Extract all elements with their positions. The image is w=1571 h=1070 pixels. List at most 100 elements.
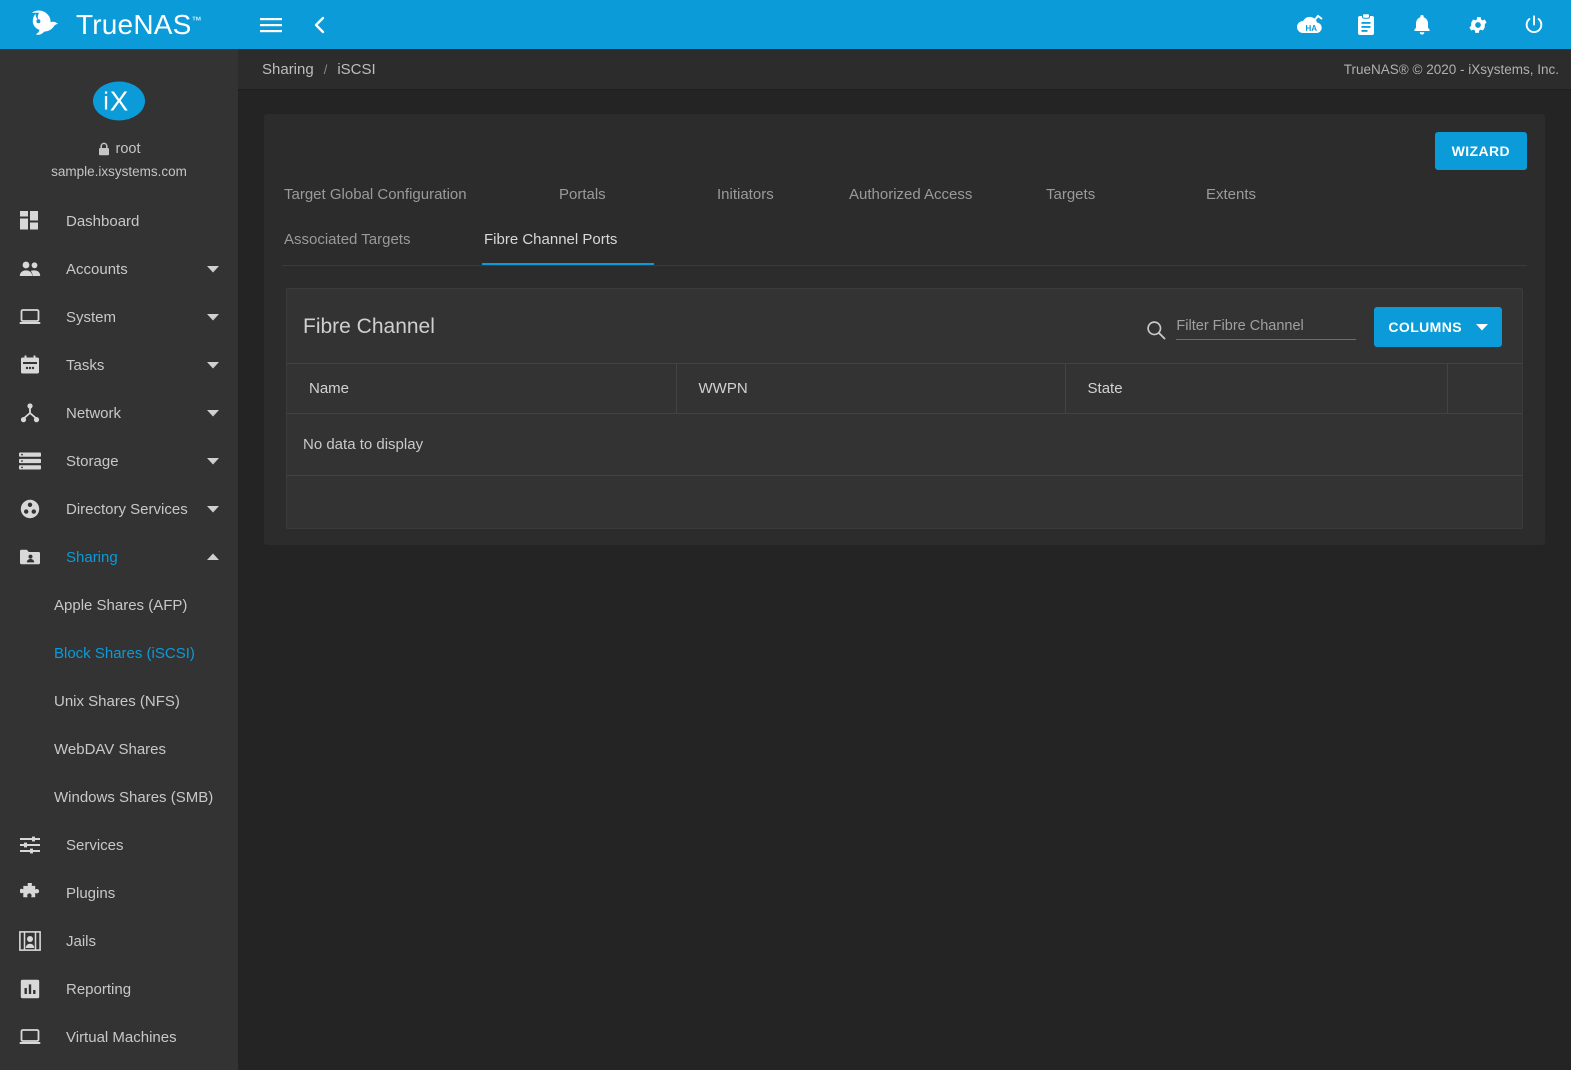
wizard-button[interactable]: WIZARD (1434, 132, 1527, 170)
filter-fibre-channel-input[interactable] (1176, 314, 1357, 340)
tab-extents[interactable]: Extents (1204, 176, 1329, 221)
chevron-down-icon[interactable] (204, 361, 222, 369)
brand-title: TrueNAS™ (76, 8, 202, 40)
tasks-calendar-icon (12, 355, 48, 375)
top-bar-left-controls (256, 10, 334, 40)
power-icon[interactable] (1519, 10, 1549, 40)
sidebar-hostname: sample.ixsystems.com (51, 164, 187, 179)
column-header-actions (1447, 363, 1522, 414)
empty-message: No data to display (287, 413, 1522, 476)
table-header-row: Name WWPN State (287, 363, 1522, 414)
table-footer (287, 476, 1522, 528)
sidebar-item-network[interactable]: Network (0, 389, 238, 437)
plugins-puzzle-icon (12, 883, 48, 903)
sidebar-subitem-label: WebDAV Shares (54, 740, 166, 758)
reporting-chart-icon (12, 979, 48, 999)
chevron-down-icon[interactable] (204, 265, 222, 273)
chevron-down-icon (1476, 323, 1488, 331)
sidebar-profile: i X root sample.ixsystems.com (0, 49, 238, 197)
sidebar-item-virtual-machines[interactable]: Virtual Machines (0, 1013, 238, 1061)
ix-systems-logo: i X (91, 75, 147, 127)
sidebar-item-label: Tasks (66, 356, 105, 374)
sidebar-item-tasks[interactable]: Tasks (0, 341, 238, 389)
sidebar-item-dashboard[interactable]: Dashboard (0, 197, 238, 245)
svg-text:i: i (103, 87, 109, 115)
svg-text:HA: HA (1306, 24, 1318, 33)
top-bar-main: HA (238, 0, 1571, 49)
chevron-down-icon[interactable] (204, 313, 222, 321)
sidebar-subitem-webdav-shares[interactable]: WebDAV Shares (0, 725, 238, 773)
tab-label: Initiators (717, 186, 774, 203)
sidebar-item-directory-services[interactable]: Directory Services (0, 485, 238, 533)
tab-portals[interactable]: Portals (557, 176, 715, 221)
tab-targets[interactable]: Targets (1044, 176, 1204, 221)
breadcrumb-parent[interactable]: Sharing (262, 61, 314, 78)
tab-target-global-configuration[interactable]: Target Global Configuration (282, 176, 557, 221)
sidebar-item-services[interactable]: Services (0, 821, 238, 869)
sidebar-subitem-label: Apple Shares (AFP) (54, 596, 188, 614)
sidebar-item-storage[interactable]: Storage (0, 437, 238, 485)
tab-associated-targets[interactable]: Associated Targets (282, 221, 482, 266)
sidebar-item-system[interactable]: System (0, 293, 238, 341)
card-tools: COLUMNS (1146, 307, 1502, 347)
body-area: i X root sample.ixsystems.com Dashboard … (0, 49, 1571, 1070)
sidebar-item-jails[interactable]: Jails (0, 917, 238, 965)
brand-logo-area[interactable]: TrueNAS™ (0, 0, 238, 49)
tab-fibre-channel-ports[interactable]: Fibre Channel Ports (482, 221, 654, 266)
search-icon[interactable] (1146, 320, 1166, 340)
storage-icon (12, 452, 48, 470)
hamburger-menu-icon[interactable] (256, 10, 286, 40)
task-manager-icon[interactable] (1351, 10, 1381, 40)
iscsi-tabs: Target Global Configuration Portals Init… (264, 176, 1545, 266)
chevron-down-icon[interactable] (204, 409, 222, 417)
notifications-bell-icon[interactable] (1407, 10, 1437, 40)
sidebar-subitem-apple-shares[interactable]: Apple Shares (AFP) (0, 581, 238, 629)
breadcrumb-separator: / (323, 61, 328, 77)
system-laptop-icon (12, 308, 48, 326)
column-header-wwpn[interactable]: WWPN (676, 363, 1066, 414)
jails-icon (12, 931, 48, 951)
sidebar-username-row: root (98, 141, 141, 157)
settings-gear-icon[interactable] (1463, 10, 1493, 40)
sidebar-item-label: Sharing (66, 548, 118, 566)
tab-label: Associated Targets (284, 231, 411, 248)
sidebar-item-label: Accounts (66, 260, 128, 278)
tab-initiators[interactable]: Initiators (715, 176, 847, 221)
chevron-down-icon[interactable] (204, 457, 222, 465)
top-bar-right-controls: HA (1295, 10, 1549, 40)
chevron-down-icon[interactable] (204, 505, 222, 513)
tab-authorized-access[interactable]: Authorized Access (847, 176, 1044, 221)
sidebar-subitem-unix-shares[interactable]: Unix Shares (NFS) (0, 677, 238, 725)
column-header-name[interactable]: Name (287, 363, 677, 414)
sidebar-item-label: Plugins (66, 884, 116, 902)
accounts-people-icon (12, 260, 48, 278)
fibre-channel-card-header: Fibre Channel Filter Fibre Channel COLUM… (287, 289, 1522, 363)
sidebar-item-label: Jails (66, 932, 97, 950)
sidebar-item-accounts[interactable]: Accounts (0, 245, 238, 293)
tab-label: Portals (559, 186, 606, 203)
chevron-left-icon[interactable] (304, 10, 334, 40)
tab-label: Targets (1046, 186, 1096, 203)
breadcrumb-current: iSCSI (337, 60, 376, 78)
tab-label: Target Global Configuration (284, 186, 467, 203)
chevron-up-icon[interactable] (204, 553, 222, 561)
sidebar-item-plugins[interactable]: Plugins (0, 869, 238, 917)
sidebar-subitem-windows-shares[interactable]: Windows Shares (SMB) (0, 773, 238, 821)
columns-button-label: COLUMNS (1388, 319, 1462, 335)
breadcrumb: Sharing / iSCSI (262, 61, 376, 78)
content-area: Sharing / iSCSI TrueNAS® © 2020 - iXsyst… (238, 49, 1571, 1070)
sidebar-item-sharing[interactable]: Sharing (0, 533, 238, 581)
table-header: Name WWPN State (287, 363, 1522, 414)
column-header-state[interactable]: State (1065, 363, 1449, 414)
sidebar-item-reporting[interactable]: Reporting (0, 965, 238, 1013)
tab-label: Extents (1206, 186, 1257, 203)
fibre-channel-card: Fibre Channel Filter Fibre Channel COLUM… (286, 288, 1523, 529)
table-empty-row: No data to display (287, 413, 1522, 476)
ha-status-icon[interactable]: HA (1295, 10, 1325, 40)
directory-services-icon (12, 499, 48, 519)
sidebar-subitem-block-shares[interactable]: Block Shares (iSCSI) (0, 629, 238, 677)
sidebar-nav: Dashboard Accounts System Tasks Network … (0, 197, 238, 1061)
sharing-folder-icon (12, 548, 48, 566)
sidebar-item-label: Directory Services (66, 500, 188, 518)
columns-button[interactable]: COLUMNS (1374, 307, 1502, 347)
